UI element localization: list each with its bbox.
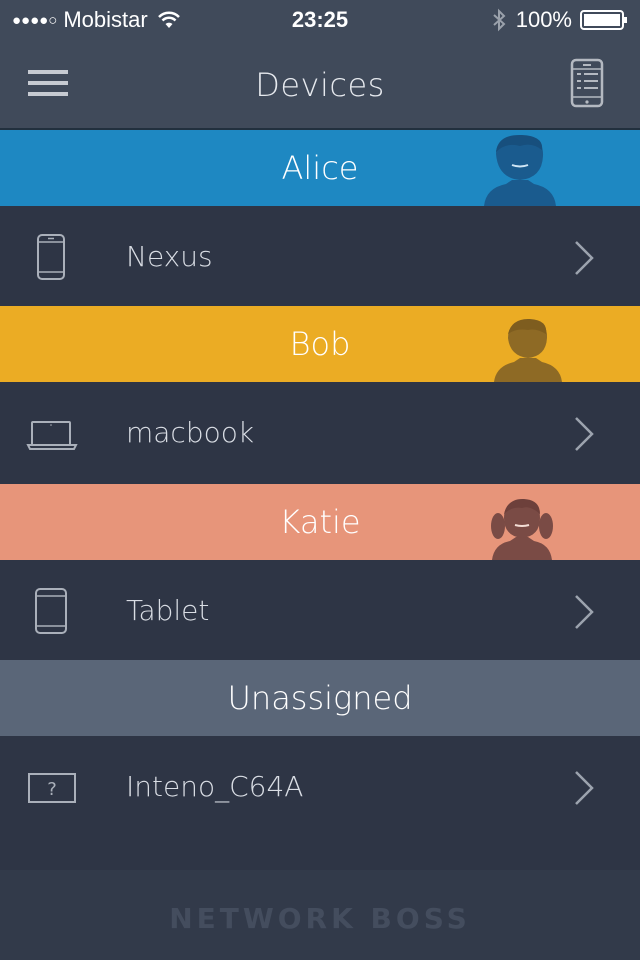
device-row-tablet[interactable]: Tablet: [0, 560, 640, 660]
device-row-inteno[interactable]: ? Inteno_C64A: [0, 736, 640, 836]
unknown-device-icon: ?: [28, 773, 76, 803]
chevron-right-icon: [575, 771, 594, 805]
battery-percent: 100%: [515, 7, 572, 32]
avatar-male-icon: [494, 318, 562, 382]
chevron-right-icon: [575, 595, 594, 629]
navigation-bar: Devices: [0, 40, 640, 130]
device-name: macbook: [126, 416, 255, 449]
smartphone-icon: [37, 234, 65, 280]
group-name: Unassigned: [227, 679, 413, 717]
group-header-alice[interactable]: Alice: [0, 130, 640, 206]
status-bar: ●●●●○ Mobistar 23:25 100%: [0, 0, 640, 40]
chevron-right-icon: [575, 417, 594, 451]
battery-icon: [580, 10, 627, 30]
page-title: Devices: [255, 66, 385, 104]
group-header-bob[interactable]: Bob: [0, 306, 640, 382]
chevron-right-icon: [575, 241, 594, 275]
device-row-nexus[interactable]: Nexus: [0, 206, 640, 306]
group-header-katie[interactable]: Katie: [0, 484, 640, 560]
tablet-icon: [35, 588, 67, 634]
device-row-macbook[interactable]: macbook: [0, 382, 640, 482]
brand-logo: NETWORK BOSS: [169, 902, 471, 935]
group-header-unassigned[interactable]: Unassigned: [0, 660, 640, 736]
avatar-male-icon: [484, 134, 556, 206]
laptop-icon: [26, 421, 78, 450]
avatar-female-icon: [491, 498, 553, 560]
device-name: Tablet: [126, 594, 210, 627]
footer: NETWORK BOSS: [0, 870, 640, 960]
device-list-icon[interactable]: [570, 58, 604, 108]
device-name: Nexus: [126, 240, 213, 273]
bluetooth-icon: [493, 8, 506, 32]
device-name: Inteno_C64A: [126, 770, 304, 803]
svg-text:?: ?: [47, 779, 57, 800]
